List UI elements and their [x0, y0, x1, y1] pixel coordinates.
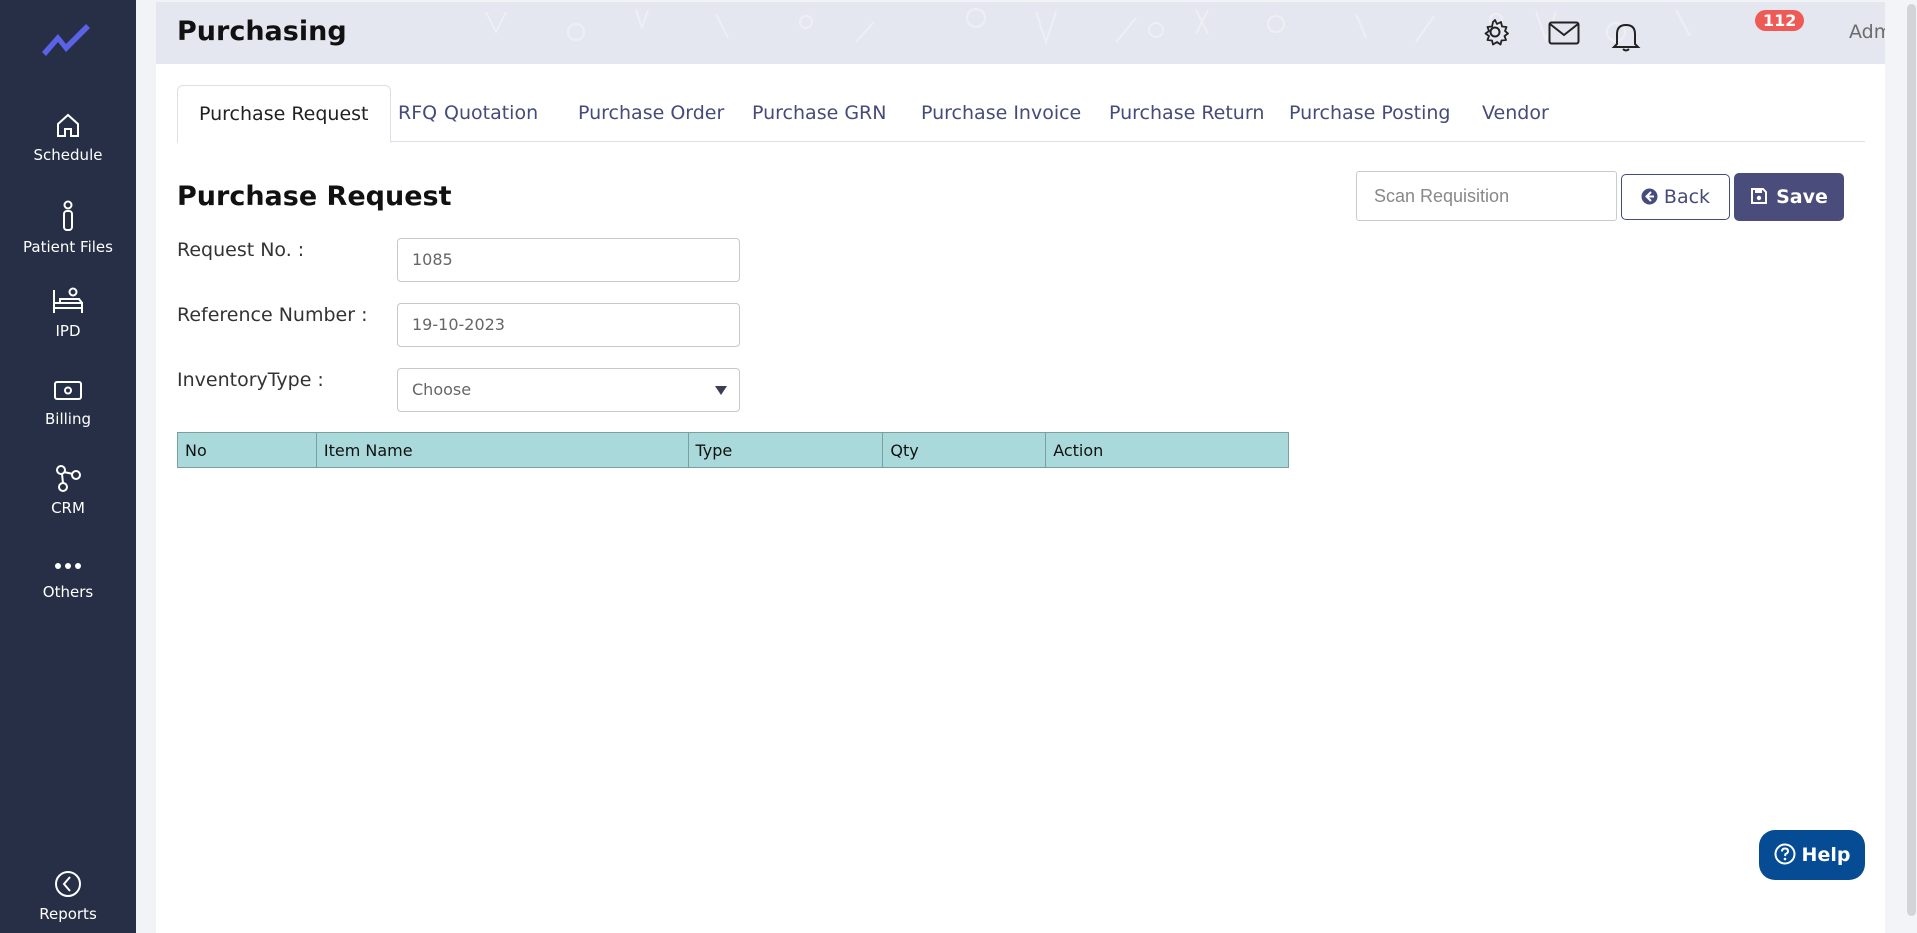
tab-purchase-invoice[interactable]: Purchase Invoice: [900, 85, 1102, 142]
sidebar: Schedule Patient Files IPD Billing CRM O…: [0, 0, 136, 933]
sidebar-item-label: Schedule: [33, 146, 103, 164]
home-icon: [57, 113, 79, 137]
save-button[interactable]: Save: [1734, 173, 1844, 221]
reference-number-field[interactable]: 19-10-2023: [397, 303, 740, 347]
bed-icon: [53, 287, 83, 313]
column-header-qty[interactable]: Qty: [882, 432, 1047, 468]
back-button-label: Back: [1663, 186, 1711, 208]
sidebar-item-schedule[interactable]: Schedule: [0, 110, 136, 164]
caret-down-icon: [715, 386, 727, 395]
top-header: Purchasing 112 Administrator: [156, 2, 1885, 64]
help-button-label: Help: [1801, 844, 1851, 866]
notification-badge[interactable]: 112: [1755, 10, 1805, 31]
sidebar-item-crm[interactable]: CRM: [0, 463, 136, 517]
logo-icon[interactable]: [40, 20, 92, 60]
main-content: Purchase Request RFQ Quotation Purchase …: [156, 64, 1885, 933]
person-icon: [63, 200, 73, 231]
section-title: Purchase Request: [177, 181, 452, 212]
network-icon: [56, 465, 81, 492]
arrow-circle-left-icon: [1641, 188, 1658, 205]
floppy-disk-icon: [1751, 188, 1768, 204]
tab-quotation[interactable]: Quotation: [423, 85, 559, 142]
sidebar-item-label: IPD: [55, 322, 81, 340]
app-title: Purchasing: [177, 16, 347, 47]
sidebar-item-label: Patient Files: [23, 238, 113, 256]
sidebar-item-others[interactable]: Others: [0, 555, 136, 601]
save-button-label: Save: [1776, 186, 1828, 208]
request-no-field[interactable]: 1085: [397, 238, 740, 282]
reference-number-label: Reference Number :: [177, 304, 368, 326]
cash-icon: [54, 381, 82, 400]
tab-vendor[interactable]: Vendor: [1461, 85, 1570, 142]
gear-icon[interactable]: [1481, 18, 1509, 46]
help-button[interactable]: Help: [1759, 830, 1865, 880]
scan-requisition-input[interactable]: Scan Requisition: [1356, 171, 1617, 221]
mail-icon[interactable]: [1548, 21, 1580, 45]
tab-bar: Purchase Request RFQ Quotation Purchase …: [177, 85, 1865, 143]
scrollbar-thumb[interactable]: [1907, 4, 1916, 916]
table-header-row: No Item Name Type Qty Action: [177, 432, 1289, 468]
column-header-item-name[interactable]: Item Name: [315, 432, 689, 468]
sidebar-item-label: Reports: [39, 905, 97, 923]
ellipsis-icon: [55, 563, 81, 569]
tab-purchase-request[interactable]: Purchase Request: [177, 85, 391, 143]
request-no-label: Request No. :: [177, 239, 305, 261]
tab-purchase-order[interactable]: Purchase Order: [557, 85, 745, 142]
tab-purchase-posting[interactable]: Purchase Posting: [1268, 85, 1471, 142]
sidebar-item-billing[interactable]: Billing: [0, 376, 136, 428]
sidebar-item-patient-files[interactable]: Patient Files: [0, 200, 136, 256]
tab-purchase-grn[interactable]: Purchase GRN: [731, 85, 907, 142]
sidebar-item-ipd[interactable]: IPD: [0, 286, 136, 340]
tab-purchase-return[interactable]: Purchase Return: [1088, 85, 1285, 142]
bell-icon[interactable]: [1611, 20, 1641, 52]
column-header-action[interactable]: Action: [1045, 432, 1289, 468]
inventory-type-value: Choose: [412, 380, 472, 399]
items-table: No Item Name Type Qty Action: [177, 432, 1289, 468]
sidebar-item-label: Others: [42, 583, 94, 601]
sidebar-item-reports[interactable]: Reports: [0, 869, 136, 923]
column-header-type[interactable]: Type: [687, 432, 884, 468]
chart-pie-icon: [55, 871, 81, 897]
inventory-type-select[interactable]: Choose: [397, 368, 740, 412]
sidebar-item-label: CRM: [51, 499, 85, 517]
question-circle-icon: [1774, 843, 1796, 865]
column-header-no[interactable]: No: [177, 432, 317, 468]
back-button[interactable]: Back: [1621, 174, 1730, 220]
user-name[interactable]: Administrator: [1849, 21, 1885, 43]
inventory-type-label: InventoryType :: [177, 369, 324, 391]
sidebar-item-label: Billing: [45, 410, 91, 428]
